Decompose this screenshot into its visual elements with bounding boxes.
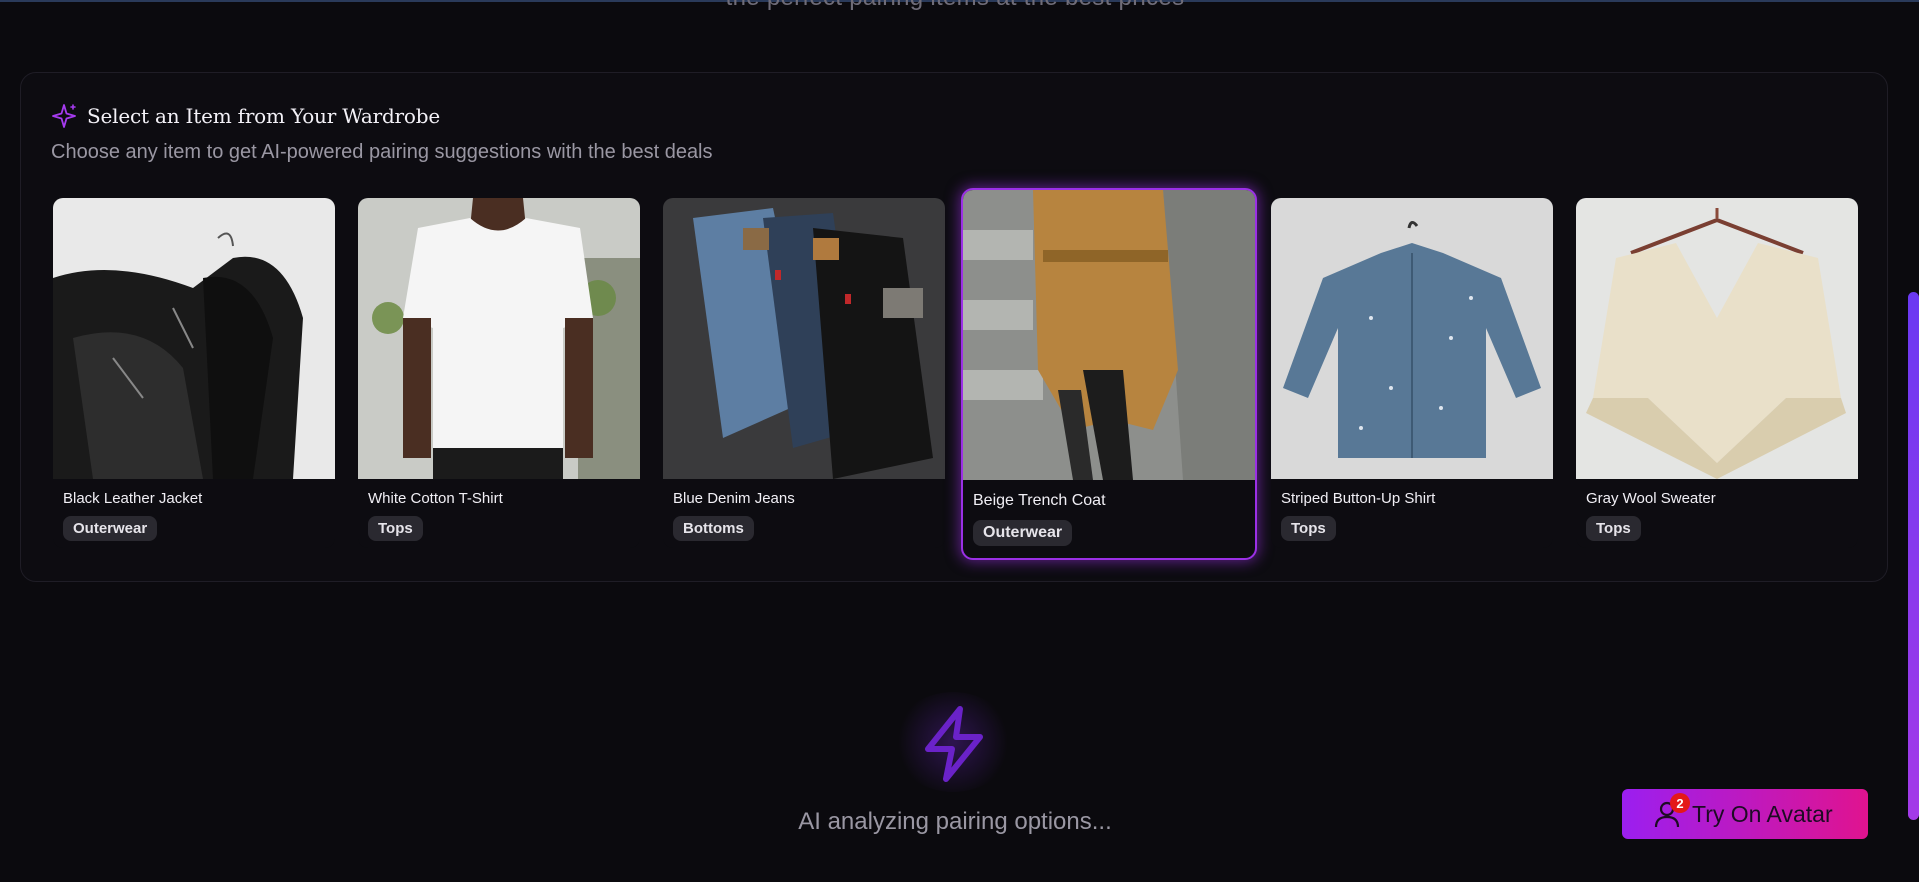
item-name: Blue Denim Jeans	[673, 490, 795, 507]
item-photo	[53, 198, 335, 479]
item-name: Gray Wool Sweater	[1586, 490, 1716, 507]
category-badge: Outerwear	[973, 520, 1073, 546]
item-photo	[358, 198, 640, 479]
item-photo	[963, 190, 1255, 480]
wardrobe-item-card[interactable]: Black Leather Jacket Outerwear	[53, 198, 335, 548]
scrollbar-thumb[interactable]	[1908, 292, 1919, 820]
category-badge: Bottoms	[673, 516, 754, 541]
wardrobe-item-card[interactable]: Gray Wool Sweater Tops	[1576, 198, 1858, 548]
item-photo	[1576, 198, 1858, 479]
item-name: Beige Trench Coat	[973, 492, 1106, 509]
item-name: Striped Button-Up Shirt	[1281, 490, 1436, 507]
lightning-icon	[925, 706, 983, 782]
item-name: Black Leather Jacket	[63, 490, 203, 507]
notification-badge: 2	[1670, 793, 1690, 813]
wardrobe-item-card-selected[interactable]: Beige Trench Coat Outerwear	[961, 188, 1257, 560]
hero-subtitle-clipped: the perfect pairing items at the best pr…	[0, 0, 1910, 12]
wardrobe-item-card[interactable]: White Cotton T-Shirt Tops	[358, 198, 640, 548]
wardrobe-panel: Select an Item from Your Wardrobe Choose…	[20, 72, 1888, 582]
wardrobe-item-card[interactable]: Blue Denim Jeans Bottoms	[663, 198, 945, 548]
wardrobe-grid: Black Leather Jacket Outerwear White Cot…	[21, 73, 1887, 581]
wardrobe-item-card[interactable]: Striped Button-Up Shirt Tops	[1271, 198, 1553, 548]
category-badge: Tops	[1281, 516, 1336, 541]
item-name: White Cotton T-Shirt	[368, 490, 503, 507]
category-badge: Tops	[1586, 516, 1641, 541]
item-photo	[1271, 198, 1553, 479]
try-on-avatar-label: Try On Avatar	[1692, 800, 1833, 827]
category-badge: Tops	[368, 516, 423, 541]
try-on-avatar-button[interactable]: 2 Try On Avatar	[1622, 789, 1868, 839]
item-photo	[663, 198, 945, 479]
category-badge: Outerwear	[63, 516, 158, 541]
